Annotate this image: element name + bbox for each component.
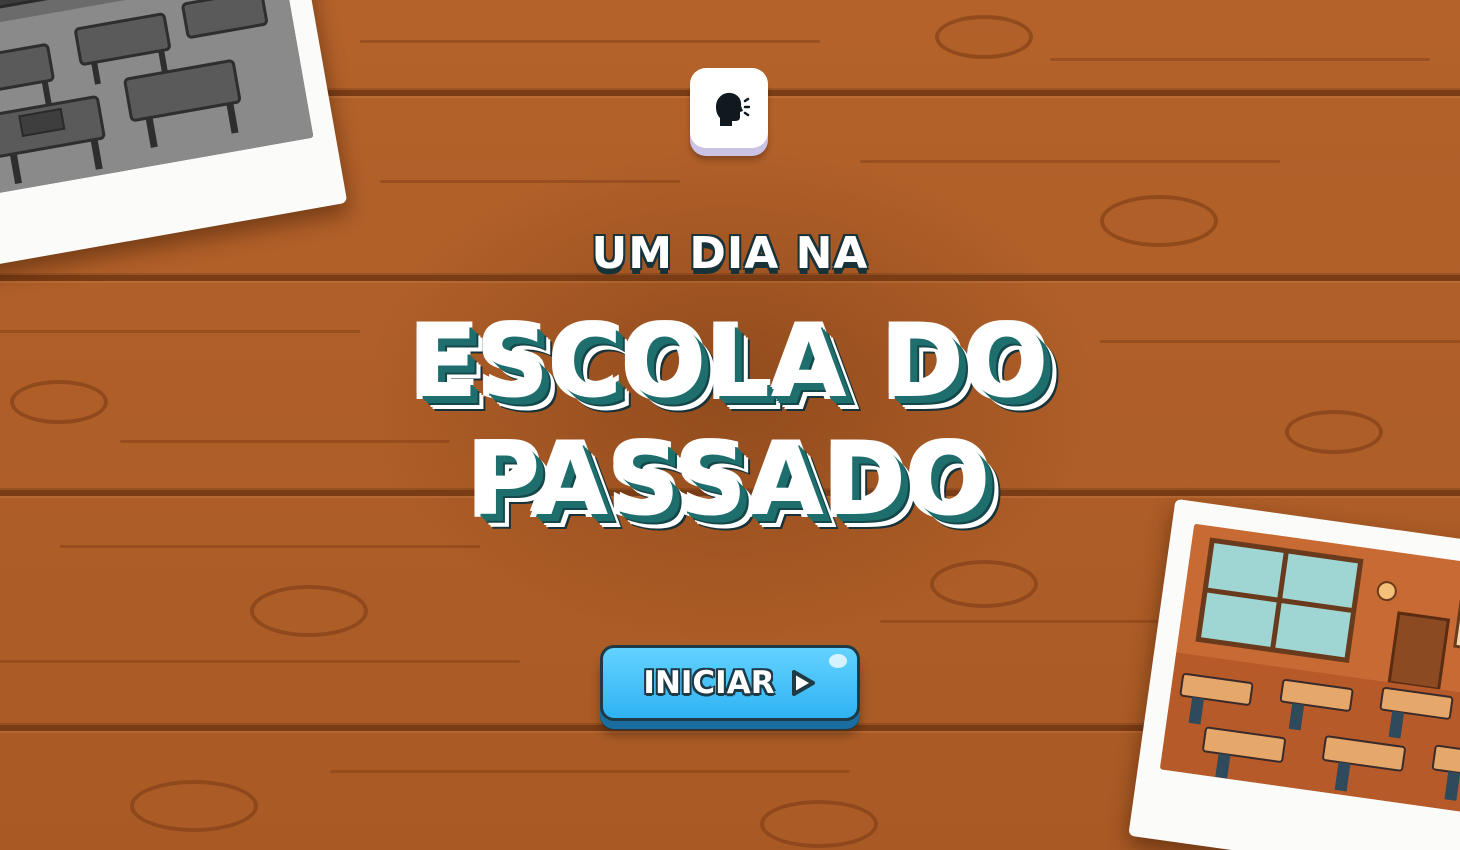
- wood-grain: [330, 770, 850, 773]
- wood-grain: [60, 545, 480, 548]
- button-shine: [829, 654, 847, 668]
- polaroid-modern-classroom: [1128, 498, 1460, 850]
- narration-button[interactable]: [690, 68, 768, 148]
- speaking-head-icon: [716, 92, 750, 126]
- wood-grain: [380, 180, 680, 183]
- wood-grain: [880, 620, 1200, 623]
- start-button-label: INICIAR: [643, 665, 775, 701]
- title-line-big-1: ESCOLA DO: [410, 306, 1050, 420]
- wood-grain: [1050, 58, 1430, 61]
- modern-classroom-illustration: [1159, 523, 1460, 819]
- wood-grain: [860, 160, 1280, 163]
- modern-classroom-photo: [1159, 523, 1460, 819]
- start-button[interactable]: INICIAR: [600, 645, 860, 721]
- old-classroom-illustration: [0, 0, 314, 200]
- play-icon: [791, 670, 815, 696]
- wood-grain: [360, 40, 820, 43]
- title-line-big-2: PASSADO: [468, 424, 992, 538]
- wood-knot: [930, 560, 1038, 608]
- old-classroom-photo: [0, 0, 314, 200]
- wood-knot: [935, 15, 1033, 59]
- wood-knot: [130, 780, 258, 832]
- wood-knot: [250, 585, 368, 637]
- game-start-screen: UM DIA NA ESCOLA DO PASSADO INICIAR: [0, 0, 1460, 850]
- wood-grain: [0, 660, 520, 663]
- title-line-small: UM DIA NA: [591, 228, 869, 279]
- wood-knot: [760, 800, 878, 848]
